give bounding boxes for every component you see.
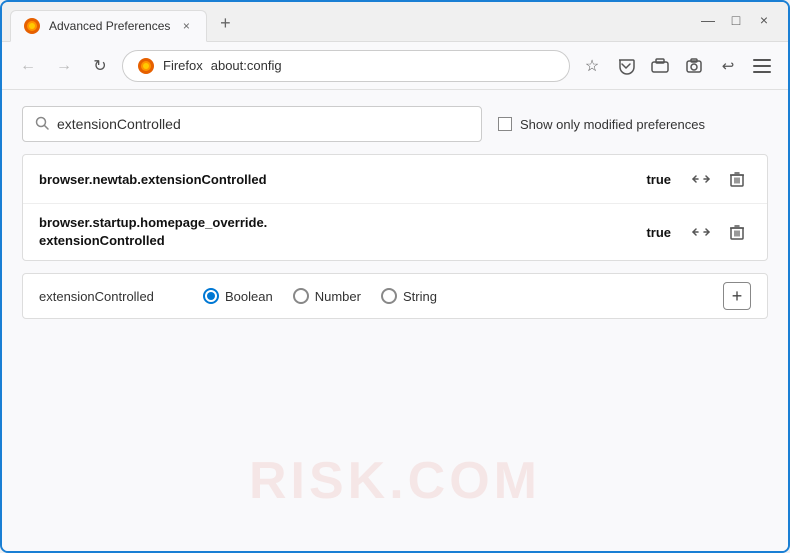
pref-name: browser.startup.homepage_override. exten… xyxy=(39,214,646,250)
reset-button[interactable] xyxy=(687,218,715,246)
pref-name: browser.newtab.extensionControlled xyxy=(39,172,646,187)
firefox-logo-icon xyxy=(137,57,155,75)
table-row: browser.startup.homepage_override. exten… xyxy=(23,204,767,260)
add-pref-row: extensionControlled Boolean Number Strin… xyxy=(22,273,768,319)
radio-circle-string xyxy=(381,288,397,304)
radio-label-number: Number xyxy=(315,289,361,304)
modified-checkbox[interactable] xyxy=(498,117,512,131)
close-button[interactable]: × xyxy=(756,12,772,28)
extension-icon[interactable] xyxy=(646,52,674,80)
radio-label-string: String xyxy=(403,289,437,304)
browser-name-label: Firefox xyxy=(163,58,203,73)
toolbar: ← → ↻ Firefox about:config ☆ xyxy=(2,42,788,90)
maximize-button[interactable]: □ xyxy=(728,12,744,28)
radio-circle-number xyxy=(293,288,309,304)
bookmark-icon[interactable]: ☆ xyxy=(578,52,606,80)
results-table: browser.newtab.extensionControlled true xyxy=(22,154,768,261)
pocket-icon[interactable] xyxy=(612,52,640,80)
search-icon xyxy=(35,116,49,133)
reset-button[interactable] xyxy=(687,165,715,193)
window-controls: — □ × xyxy=(700,12,780,28)
minimize-button[interactable]: — xyxy=(700,12,716,28)
menu-icon[interactable] xyxy=(748,52,776,80)
radio-group: Boolean Number String xyxy=(203,288,699,304)
search-row: Show only modified preferences xyxy=(22,106,768,142)
radio-number[interactable]: Number xyxy=(293,288,361,304)
forward-button[interactable]: → xyxy=(50,52,78,80)
reload-button[interactable]: ↻ xyxy=(86,52,114,80)
new-pref-name: extensionControlled xyxy=(39,289,179,304)
url-text: about:config xyxy=(211,58,555,73)
checkbox-label: Show only modified preferences xyxy=(520,117,705,132)
row-icons xyxy=(687,165,751,193)
tab-close-button[interactable]: × xyxy=(178,18,194,34)
screenshot-icon[interactable] xyxy=(680,52,708,80)
toolbar-icons: ☆ ↩ xyxy=(578,52,776,80)
radio-circle-boolean xyxy=(203,288,219,304)
row-icons xyxy=(687,218,751,246)
new-tab-button[interactable]: + xyxy=(211,10,239,38)
pref-value: true xyxy=(646,172,671,187)
back-button[interactable]: ← xyxy=(14,52,42,80)
history-icon[interactable]: ↩ xyxy=(714,52,742,80)
pref-value: true xyxy=(646,225,671,240)
table-row: browser.newtab.extensionControlled true xyxy=(23,155,767,204)
search-input[interactable] xyxy=(57,116,469,132)
checkbox-row: Show only modified preferences xyxy=(498,117,705,132)
active-tab[interactable]: Advanced Preferences × xyxy=(10,10,207,42)
tab-title: Advanced Preferences xyxy=(49,19,170,33)
search-box[interactable] xyxy=(22,106,482,142)
delete-button[interactable] xyxy=(723,218,751,246)
browser-window: Advanced Preferences × + — □ × ← → ↻ Fir… xyxy=(0,0,790,553)
watermark: risk.com xyxy=(249,451,541,511)
radio-boolean[interactable]: Boolean xyxy=(203,288,273,304)
delete-button[interactable] xyxy=(723,165,751,193)
radio-label-boolean: Boolean xyxy=(225,289,273,304)
add-pref-button[interactable]: + xyxy=(723,282,751,310)
title-bar: Advanced Preferences × + — □ × xyxy=(2,2,788,42)
firefox-tab-icon xyxy=(23,17,41,35)
radio-string[interactable]: String xyxy=(381,288,437,304)
address-bar[interactable]: Firefox about:config xyxy=(122,50,570,82)
main-content: risk.com Show only modified preferences xyxy=(2,90,788,551)
